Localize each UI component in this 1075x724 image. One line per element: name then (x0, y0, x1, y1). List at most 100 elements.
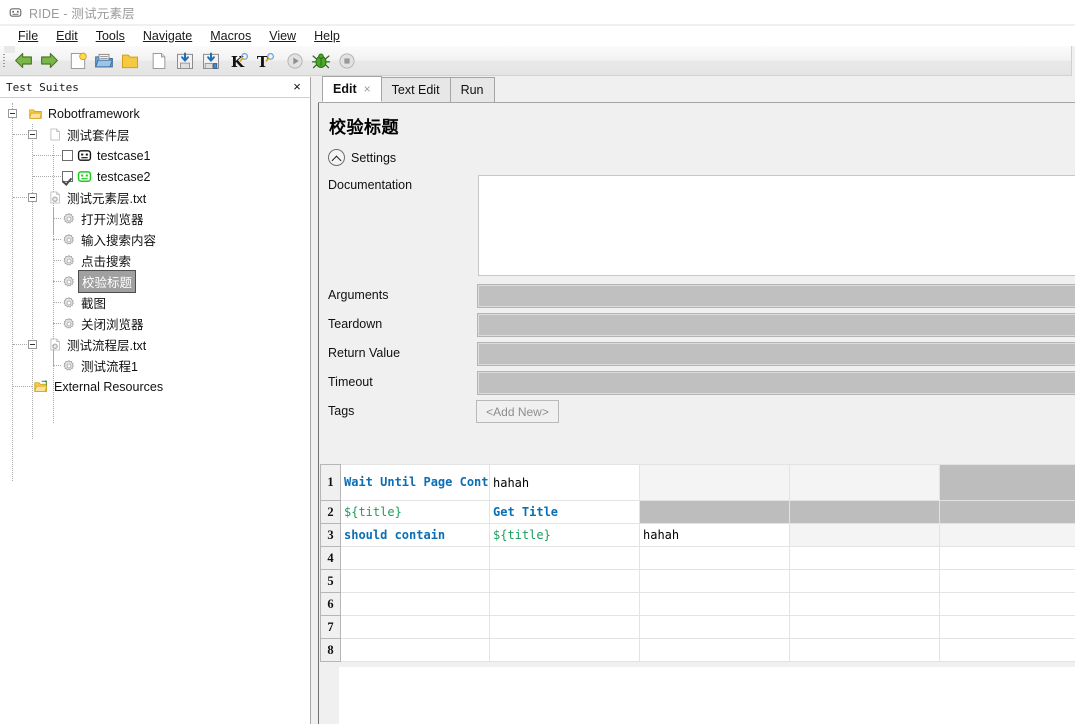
grid-cell[interactable] (789, 500, 940, 524)
grid-cell[interactable]: should contain (340, 523, 490, 547)
toolbar-grip[interactable] (0, 45, 15, 76)
expander-icon[interactable] (8, 109, 17, 118)
grid-cell[interactable] (340, 592, 490, 616)
tab-text-edit[interactable]: Text Edit (380, 77, 451, 102)
grid-cell[interactable] (489, 546, 640, 570)
grid-cell[interactable]: ${title} (489, 523, 640, 547)
grid-cell[interactable]: hahah (639, 523, 790, 547)
menu-edit[interactable]: Edit (47, 27, 87, 45)
grid-cell[interactable]: Get Title (489, 500, 640, 524)
grid-cell[interactable]: ${title} (340, 500, 490, 524)
grid-cell[interactable] (340, 546, 490, 570)
tree-item-input-search-content[interactable]: 输入搜索内容 (0, 229, 310, 250)
table-row[interactable]: 5 (320, 569, 1075, 593)
tree-item-robotframework[interactable]: Robotframework (0, 103, 310, 124)
grid-cell[interactable] (340, 638, 490, 662)
table-row[interactable]: 8 (320, 638, 1075, 662)
tree-item-open-browser[interactable]: 打开浏览器 (0, 208, 310, 229)
grid-cell[interactable] (489, 569, 640, 593)
grid-cell[interactable] (340, 615, 490, 639)
menu-view[interactable]: View (260, 27, 305, 45)
grid-cell[interactable] (939, 592, 1075, 616)
tags-add-new-button[interactable]: <Add New> (476, 400, 559, 423)
table-row[interactable]: 6 (320, 592, 1075, 616)
grid-cell[interactable] (939, 615, 1075, 639)
grid-cell[interactable] (639, 615, 790, 639)
tab-run[interactable]: Run (449, 77, 495, 102)
grid-cell[interactable] (789, 523, 940, 547)
tree-item-click-search[interactable]: 点击搜索 (0, 250, 310, 271)
tab-close-icon[interactable]: × (364, 82, 371, 96)
grid-cell[interactable] (639, 638, 790, 662)
toolbar-run-button[interactable] (282, 48, 308, 74)
toolbar-open-directory-button[interactable] (117, 48, 143, 74)
teardown-field[interactable] (477, 313, 1075, 337)
return-value-field[interactable] (477, 342, 1075, 366)
grid-cell[interactable] (789, 546, 940, 570)
tree-item-suite-layer[interactable]: 测试套件层 (0, 124, 310, 145)
toolbar-stop-button[interactable] (334, 48, 360, 74)
grid-cell[interactable] (340, 569, 490, 593)
toolbar-search-tests-button[interactable]: T (253, 48, 279, 74)
expander-icon[interactable] (28, 193, 37, 202)
toolbar-new-project-button[interactable] (65, 48, 91, 74)
grid-cell[interactable] (789, 592, 940, 616)
grid-cell[interactable] (789, 615, 940, 639)
testcase1-checkbox[interactable] (62, 150, 73, 161)
grid-cell[interactable] (939, 638, 1075, 662)
testcase2-checkbox[interactable] (62, 171, 73, 182)
tree-item-screenshot[interactable]: 截图 (0, 292, 310, 313)
expander-icon[interactable] (28, 130, 37, 139)
tree-item-testcase2[interactable]: testcase2 (0, 166, 310, 187)
grid-cell[interactable] (789, 464, 940, 501)
toolbar-forward-button[interactable] (36, 48, 62, 74)
menu-navigate[interactable]: Navigate (134, 27, 201, 45)
chevron-up-icon[interactable] (328, 149, 345, 166)
tab-edit[interactable]: Edit × (322, 76, 382, 102)
menu-tools[interactable]: Tools (87, 27, 134, 45)
grid-cell[interactable] (939, 500, 1075, 524)
table-row[interactable]: 4 (320, 546, 1075, 570)
tree-item-test-flow-1[interactable]: 测试流程1 (0, 345, 310, 376)
arguments-field[interactable] (477, 284, 1075, 308)
grid-cell[interactable] (939, 546, 1075, 570)
toolbar-search-keyword-button[interactable]: K (227, 48, 253, 74)
table-row[interactable]: 2 ${title} Get Title (320, 500, 1075, 524)
menu-file[interactable]: File (9, 27, 47, 45)
close-icon[interactable]: × (290, 80, 304, 94)
timeout-field[interactable] (477, 371, 1075, 395)
grid-cell[interactable] (639, 569, 790, 593)
documentation-field[interactable] (478, 175, 1075, 276)
grid-cell[interactable] (939, 464, 1075, 501)
tree-item-testcase1[interactable]: testcase1 (0, 145, 310, 166)
tree-item-external-resources[interactable]: External Resources (0, 376, 310, 397)
table-row[interactable]: 7 (320, 615, 1075, 639)
grid-cell[interactable] (639, 500, 790, 524)
menu-macros[interactable]: Macros (201, 27, 260, 45)
table-row[interactable]: 3 should contain ${title} hahah (320, 523, 1075, 547)
expander-icon[interactable] (28, 340, 37, 349)
grid-cell[interactable] (939, 569, 1075, 593)
menu-help[interactable]: Help (305, 27, 349, 45)
table-row[interactable]: 1 Wait Until Page Contains hahah (320, 464, 1075, 501)
grid-cell[interactable] (489, 615, 640, 639)
grid-cell[interactable] (639, 546, 790, 570)
tree-item-element-layer-file[interactable]: 测试元素层.txt (0, 187, 310, 208)
grid-cell[interactable] (639, 592, 790, 616)
grid-cell[interactable] (789, 569, 940, 593)
tree-item-verify-title[interactable]: 校验标题 (0, 270, 310, 293)
grid-cell[interactable]: hahah (489, 464, 640, 501)
toolbar-debug-button[interactable] (308, 48, 334, 74)
grid-cell[interactable] (789, 638, 940, 662)
grid-cell[interactable] (939, 523, 1075, 547)
grid-cell[interactable]: Wait Until Page Contains (340, 464, 490, 501)
grid-cell[interactable] (639, 464, 790, 501)
toolbar-save-button[interactable] (172, 48, 198, 74)
toolbar-save-all-button[interactable] (198, 48, 224, 74)
tree-item-flow-layer-file[interactable]: 测试流程层.txt (0, 334, 310, 355)
grid-cell[interactable] (489, 638, 640, 662)
toolbar-open-project-button[interactable] (91, 48, 117, 74)
toolbar-new-file-button[interactable] (146, 48, 172, 74)
tree-item-close-browser[interactable]: 关闭浏览器 (0, 313, 310, 334)
grid-cell[interactable] (489, 592, 640, 616)
